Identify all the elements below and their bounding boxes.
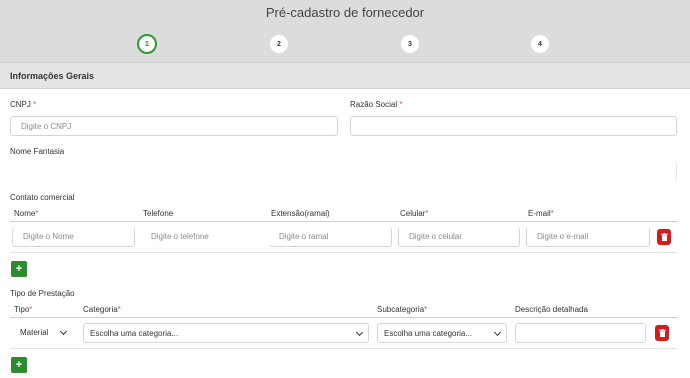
stepper-header: Pré-cadastro de fornecedor 1 2 3 4 bbox=[0, 0, 690, 62]
contato-nome-input[interactable]: Digite o Nome bbox=[12, 227, 135, 247]
section-header: Informações Gerais bbox=[0, 62, 690, 89]
cnpj-label: CNPJ * bbox=[10, 100, 37, 109]
page-title: Pré-cadastro de fornecedor bbox=[265, 5, 425, 20]
chevron-down-icon bbox=[59, 327, 68, 336]
section-title: Informações Gerais bbox=[10, 71, 95, 81]
add-prestacao-button[interactable]: + bbox=[11, 357, 27, 373]
prestacao-header-divider bbox=[10, 317, 677, 318]
subcategoria-select[interactable]: Escolha uma categoria... bbox=[377, 323, 507, 343]
add-contato-button[interactable]: + bbox=[11, 261, 27, 277]
contato-email-input[interactable]: Digite o e-mail bbox=[526, 227, 650, 247]
prestacao-title: Tipo de Prestação bbox=[10, 289, 75, 298]
trash-icon bbox=[660, 233, 668, 241]
chevron-down-icon bbox=[355, 328, 364, 337]
contato-ramal-placeholder: Digite o ramal bbox=[279, 232, 329, 241]
contato-telefone-placeholder: Digite o telefone bbox=[151, 232, 209, 241]
contato-celular-placeholder: Digite o celular bbox=[409, 232, 462, 241]
contato-email-placeholder: Digite o e-mail bbox=[537, 232, 589, 241]
descricao-input[interactable] bbox=[515, 323, 646, 343]
prestacao-row-divider bbox=[10, 348, 677, 349]
nome-fantasia-input[interactable] bbox=[10, 161, 677, 181]
contato-ramal-input[interactable]: Digite o ramal bbox=[269, 227, 392, 247]
tipo-value: Material bbox=[20, 328, 49, 337]
plus-icon: + bbox=[15, 262, 23, 275]
step-1[interactable]: 1 bbox=[137, 34, 157, 54]
cnpj-placeholder: Digite o CNPJ bbox=[21, 122, 72, 131]
nome-fantasia-label: Nome Fantasia bbox=[10, 147, 65, 156]
step-2[interactable]: 2 bbox=[270, 35, 288, 53]
tipo-select[interactable]: Material bbox=[14, 323, 74, 343]
chevron-down-icon bbox=[493, 328, 502, 337]
contato-row-divider bbox=[10, 252, 677, 253]
col-celular: Celular* bbox=[400, 209, 429, 218]
trash-icon bbox=[658, 329, 666, 337]
col-categoria: Categoria* bbox=[83, 305, 121, 314]
col-descricao: Descrição detalhada bbox=[515, 305, 588, 314]
contato-header-divider bbox=[10, 221, 677, 222]
col-email: E-mail* bbox=[528, 209, 554, 218]
contato-nome-placeholder: Digite o Nome bbox=[23, 232, 74, 241]
razao-social-label: Razão Social * bbox=[350, 100, 403, 109]
plus-icon: + bbox=[15, 358, 23, 371]
razao-social-input[interactable] bbox=[350, 116, 677, 136]
col-subcategoria: Subcategoria* bbox=[377, 305, 428, 314]
subcategoria-value: Escolha uma categoria... bbox=[384, 329, 473, 338]
contato-title: Contato comercial bbox=[10, 193, 75, 202]
categoria-value: Escolha uma categoria... bbox=[90, 329, 179, 338]
col-tipo: Tipo* bbox=[14, 305, 33, 314]
categoria-select[interactable]: Escolha uma categoria... bbox=[83, 323, 369, 343]
col-ramal: Extensão(ramal) bbox=[271, 209, 330, 218]
delete-contato-button[interactable] bbox=[657, 229, 671, 245]
cnpj-input[interactable]: Digite o CNPJ bbox=[10, 116, 338, 136]
col-nome: Nome* bbox=[14, 209, 39, 218]
contato-telefone-input[interactable]: Digite o telefone bbox=[141, 227, 264, 247]
col-telefone: Telefone bbox=[143, 209, 174, 218]
delete-prestacao-button[interactable] bbox=[655, 325, 669, 341]
step-3[interactable]: 3 bbox=[401, 35, 419, 53]
contato-celular-input[interactable]: Digite o celular bbox=[398, 227, 520, 247]
step-4[interactable]: 4 bbox=[531, 35, 549, 53]
